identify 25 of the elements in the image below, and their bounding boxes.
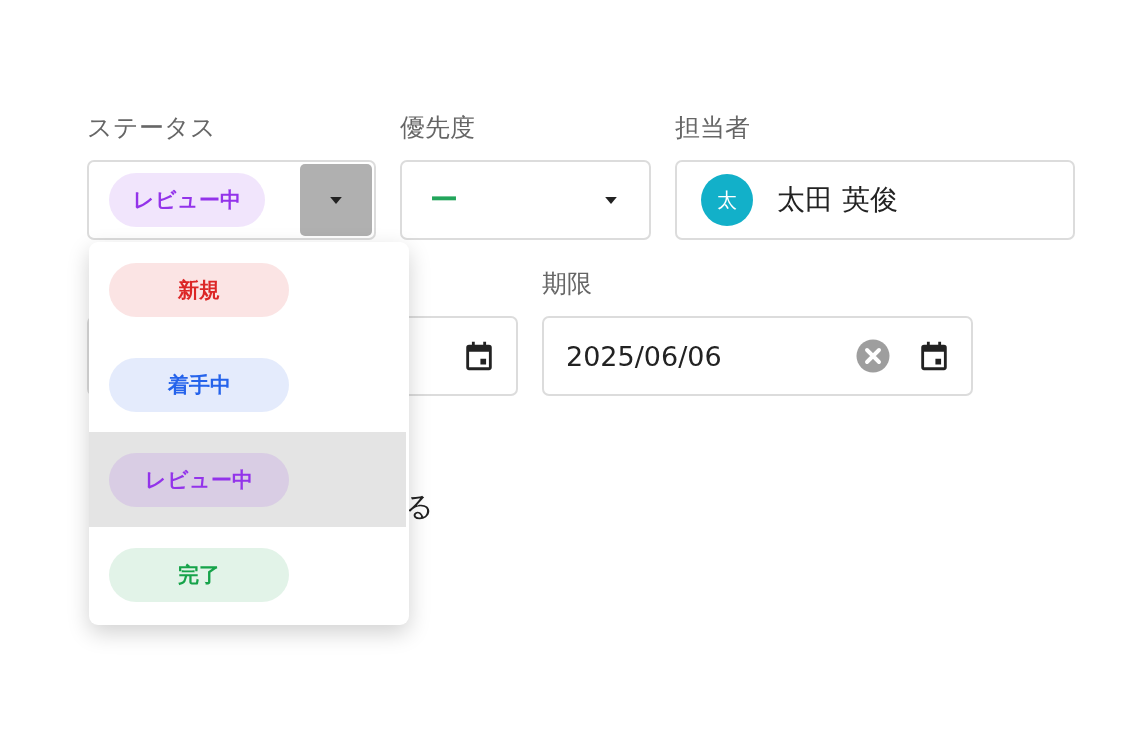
status-tag: レビュー中 <box>109 452 289 507</box>
due-date-field[interactable]: 2025/06/06 <box>542 316 973 396</box>
assignee-name: 太田 英俊 <box>777 182 898 218</box>
field-label: 優先度 <box>400 112 476 144</box>
priority-value: ー <box>430 182 458 218</box>
status-tag: レビュー中 <box>109 173 265 227</box>
menu-option[interactable]: 新規 <box>89 242 406 337</box>
date-value: 2025/06/06 <box>566 340 723 372</box>
menu-option[interactable]: 着手中 <box>89 337 406 432</box>
caret-icon <box>605 196 617 204</box>
status-tag: 新規 <box>109 262 289 317</box>
field-label: 担当者 <box>675 112 751 144</box>
status-tag: 着手中 <box>109 357 289 412</box>
field-label: 期限 <box>542 268 593 300</box>
clear-icon[interactable] <box>855 338 891 374</box>
menu-option[interactable]: レビュー中 <box>89 432 406 527</box>
menu-option[interactable]: 完了 <box>89 527 406 622</box>
caret-icon <box>330 196 342 204</box>
status-tag: 完了 <box>109 547 289 602</box>
checkbox-label: る <box>405 490 434 523</box>
avatar: 太 <box>701 174 753 226</box>
field-label: ステータス <box>87 112 217 144</box>
assignee-select[interactable]: 太 太田 英俊 <box>675 160 1075 240</box>
priority-select[interactable]: ー <box>400 160 651 240</box>
status-select[interactable]: レビュー中 <box>87 160 376 240</box>
